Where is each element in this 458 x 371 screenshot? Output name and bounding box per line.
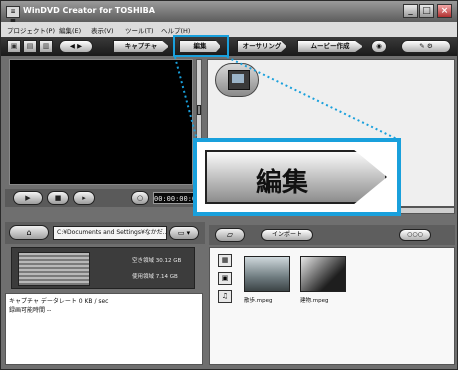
new-project-icon[interactable]: ▣: [7, 40, 21, 53]
edit-button-enlarged-label: 編集: [255, 168, 308, 198]
zoom-callout: 編集: [193, 138, 401, 216]
maximize-button[interactable]: □: [419, 4, 434, 18]
record-time-text: 録画可能時間 --: [9, 307, 52, 314]
make-movie-step-button[interactable]: ムービー作成: [297, 40, 363, 53]
jog-button[interactable]: ○: [131, 191, 149, 205]
disk-usage-bar: [18, 252, 90, 286]
menu-project[interactable]: プロジェクト(P): [7, 25, 55, 35]
playback-bar: ▶ ■ ▸ ○ 00:00:00:00: [5, 189, 205, 207]
menu-bar: プロジェクト(P) 編集(E) 表示(V) ツール(T) ヘルプ(H): [1, 22, 457, 37]
thumbnail-size-button[interactable]: ○○○: [399, 229, 431, 241]
title-bar[interactable]: ≡ ■ WinDVD Creator for TOSHIBA _ □ ×: [1, 1, 457, 25]
library-toolbar: ▱ インポート ○○○: [209, 225, 455, 245]
horizontal-scrollbar[interactable]: [393, 207, 455, 214]
image-filter-icon[interactable]: ▣: [218, 272, 232, 285]
audio-filter-icon[interactable]: ♫: [218, 290, 232, 303]
camera-icon[interactable]: ⌂: [9, 225, 49, 240]
step-button[interactable]: ▸: [73, 191, 95, 205]
tv-icon: [228, 70, 250, 90]
menu-tools[interactable]: ツール(T): [125, 25, 154, 35]
capture-info-box: キャプチャ データレート 0 KB / sec 録画可能時間 --: [5, 293, 203, 365]
open-project-icon[interactable]: ▤: [23, 40, 37, 53]
capture-step-button[interactable]: キャプチャ: [113, 40, 169, 53]
authoring-step-button[interactable]: オーサリング: [237, 40, 287, 53]
media-thumbnail-button[interactable]: [215, 63, 259, 97]
back-forward-button[interactable]: ◀ ▶: [59, 40, 93, 53]
capture-path-field[interactable]: C:¥Documents and Settings¥なかだ...: [53, 226, 167, 240]
capture-rate-text: キャプチャ データレート 0 KB / sec: [9, 298, 109, 305]
edit-button-highlight: [173, 35, 229, 57]
library-item-label: 散歩.mpeg: [244, 298, 273, 304]
slider-thumb[interactable]: [197, 105, 201, 115]
menu-help[interactable]: ヘルプ(H): [161, 25, 190, 35]
capture-path-bar: ⌂ C:¥Documents and Settings¥なかだ... ▭ ▾: [5, 222, 205, 244]
video-preview: [9, 59, 193, 185]
play-button[interactable]: ▶: [13, 191, 43, 205]
minimize-button[interactable]: _: [403, 4, 418, 18]
edit-button-enlarged: 編集: [205, 150, 387, 204]
menu-view[interactable]: 表示(V): [91, 25, 114, 35]
library-item-label: 建物.mpeg: [300, 298, 329, 304]
stop-button[interactable]: ■: [47, 191, 69, 205]
disc-icon[interactable]: ◉: [371, 40, 387, 53]
import-button[interactable]: インポート: [261, 229, 313, 241]
browse-folder-button[interactable]: ▭ ▾: [169, 226, 199, 240]
library-item-thumbnail[interactable]: [244, 256, 290, 292]
media-library: ▦ ▣ ♫ 散歩.mpeg 建物.mpeg: [209, 247, 455, 365]
app-icon: ≡ ■: [6, 6, 20, 25]
folder-icon[interactable]: ▱: [215, 228, 245, 242]
close-button[interactable]: ×: [437, 4, 452, 18]
library-item-thumbnail[interactable]: [300, 256, 346, 292]
menu-edit[interactable]: 編集(E): [59, 25, 81, 35]
free-space-text: 空き領域 30.12 GB: [132, 258, 182, 264]
used-space-text: 使用領域 7.14 GB: [132, 274, 178, 280]
save-project-icon[interactable]: ▥: [39, 40, 53, 53]
window-title: WinDVD Creator for TOSHIBA: [23, 6, 155, 15]
settings-tools-button[interactable]: ✎ ⚙: [401, 40, 451, 53]
toolbar: ▣ ▤ ▥ ◀ ▶ キャプチャ 編集 オーサリング ムービー作成 ◉ ✎ ⚙: [1, 37, 457, 56]
video-filter-icon[interactable]: ▦: [218, 254, 232, 267]
disk-space-panel: 空き領域 30.12 GB 使用領域 7.14 GB: [11, 247, 195, 289]
app-window: ≡ ■ WinDVD Creator for TOSHIBA _ □ × プロジ…: [0, 0, 458, 370]
